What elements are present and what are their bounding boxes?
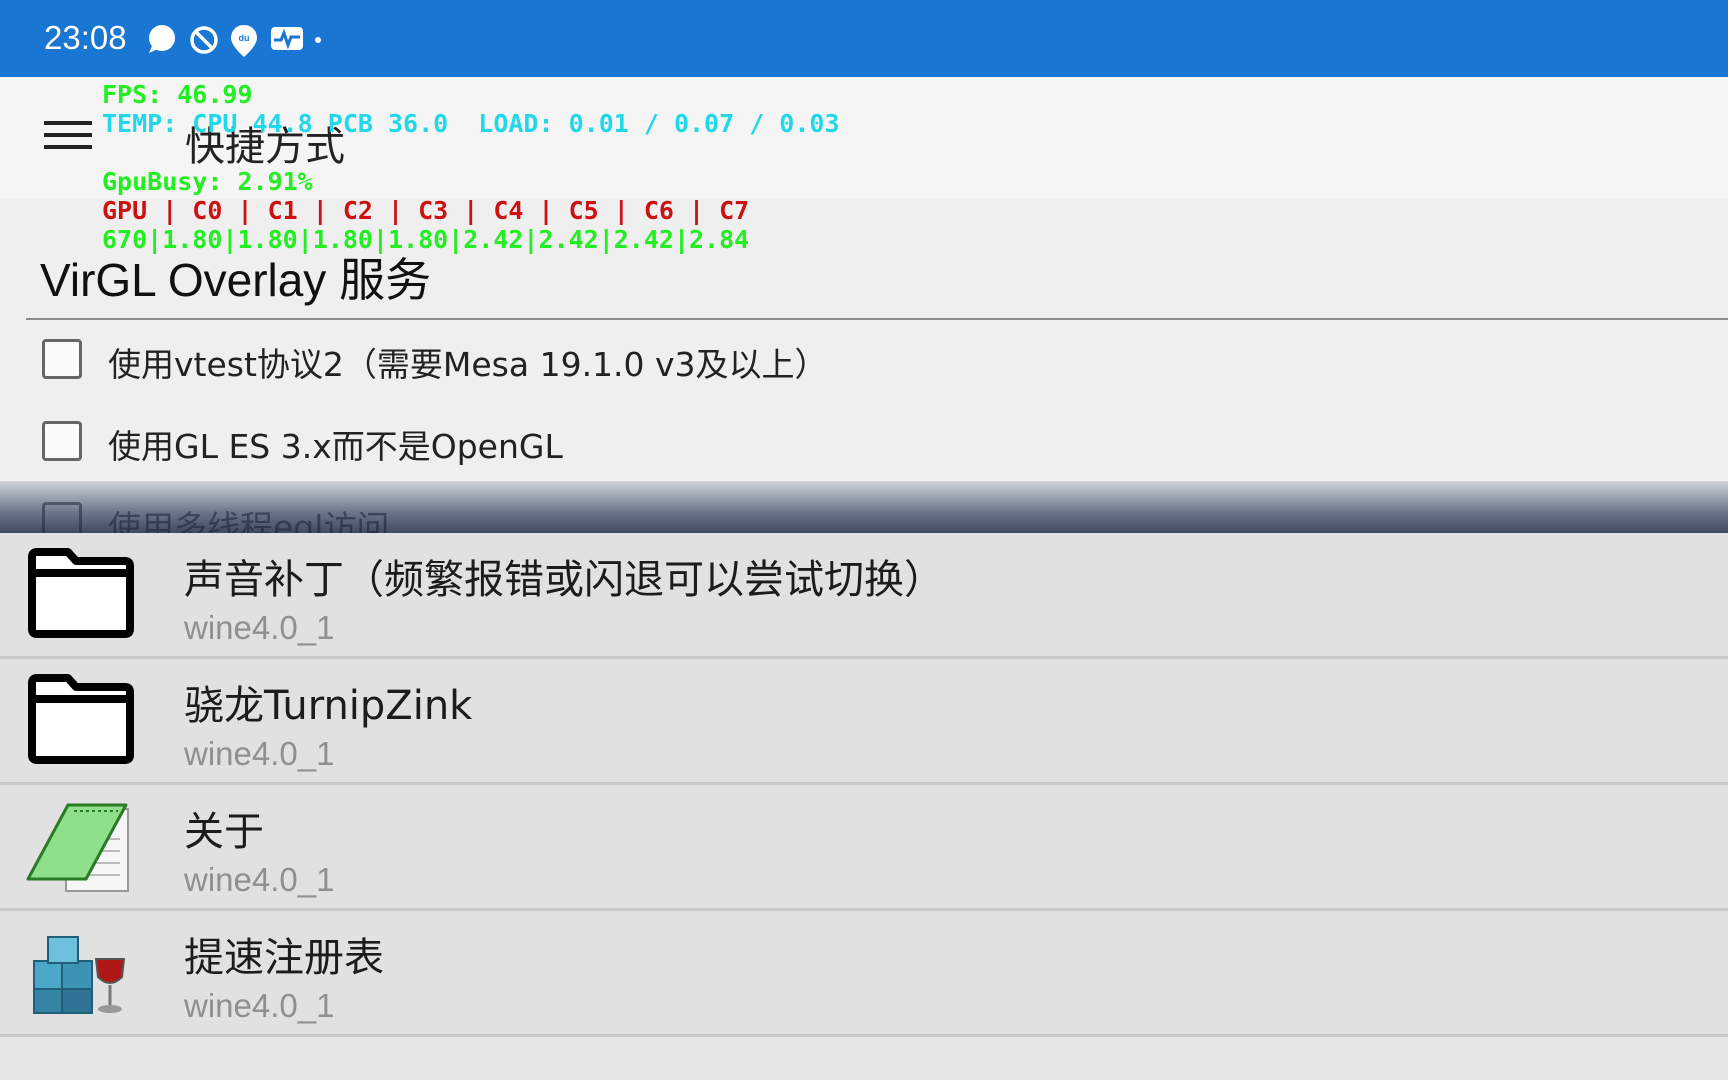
- regedit-wine-icon: [33, 936, 126, 1014]
- settings-title: VirGL Overlay 服务: [40, 254, 432, 306]
- status-bar: 23:08 du: [0, 0, 1728, 77]
- vtest-protocol2-option[interactable]: 使用vtest协议2（需要Mesa 19.1.0 v3及以上）: [42, 336, 1042, 386]
- shortcut-list: 声音补丁（频繁报错或闪退可以尝试切换） wine4.0_1 骁龙TurnipZi…: [0, 533, 1728, 1037]
- list-item[interactable]: 关于 wine4.0_1: [0, 785, 1728, 911]
- location-du-icon: du: [231, 25, 257, 57]
- shortcut-name: 提速注册表: [184, 935, 384, 981]
- hamburger-menu-icon[interactable]: [44, 121, 94, 155]
- checkbox-label: 使用GL ES 3.x而不是OpenGL: [108, 427, 563, 466]
- activity-monitor-icon: [271, 27, 303, 50]
- multithread-egl-option: 使用多线程egl访问: [42, 499, 1042, 533]
- folder-icon: [28, 548, 134, 638]
- dialog-scrim-edge: 使用多线程egl访问: [0, 481, 1728, 533]
- checkbox-label: 使用多线程egl访问: [108, 508, 390, 533]
- folder-icon: [28, 674, 134, 764]
- shortcut-subtitle: wine4.0_1: [184, 861, 335, 898]
- list-item[interactable]: 提速注册表 wine4.0_1: [0, 911, 1728, 1037]
- shortcut-subtitle: wine4.0_1: [184, 987, 335, 1024]
- gles3-option[interactable]: 使用GL ES 3.x而不是OpenGL: [42, 418, 1042, 468]
- do-not-disturb-icon: [190, 26, 218, 54]
- toolbar-title: 快捷方式: [185, 124, 345, 170]
- shortcut-name: 骁龙TurnipZink: [184, 683, 473, 729]
- shortcut-subtitle: wine4.0_1: [184, 735, 335, 772]
- status-time: 23:08: [44, 19, 127, 56]
- shortcut-subtitle: wine4.0_1: [184, 609, 335, 646]
- settings-divider: [26, 318, 1728, 320]
- shortcut-name: 声音补丁（频繁报错或闪退可以尝试切换）: [184, 557, 944, 603]
- vtest-protocol2-checkbox[interactable]: [42, 339, 82, 379]
- gles3-checkbox[interactable]: [42, 421, 82, 461]
- svg-text:du: du: [239, 33, 250, 43]
- list-item[interactable]: 声音补丁（频繁报错或闪退可以尝试切换） wine4.0_1: [0, 533, 1728, 659]
- checkbox-label: 使用vtest协议2（需要Mesa 19.1.0 v3及以上）: [108, 345, 828, 384]
- multithread-egl-checkbox: [42, 502, 82, 533]
- more-dot-icon: [315, 37, 321, 43]
- notepad-icon: [26, 803, 129, 892]
- chat-bubble-icon: [149, 25, 175, 53]
- shortcut-name: 关于: [184, 809, 264, 855]
- list-item[interactable]: 骁龙TurnipZink wine4.0_1: [0, 659, 1728, 785]
